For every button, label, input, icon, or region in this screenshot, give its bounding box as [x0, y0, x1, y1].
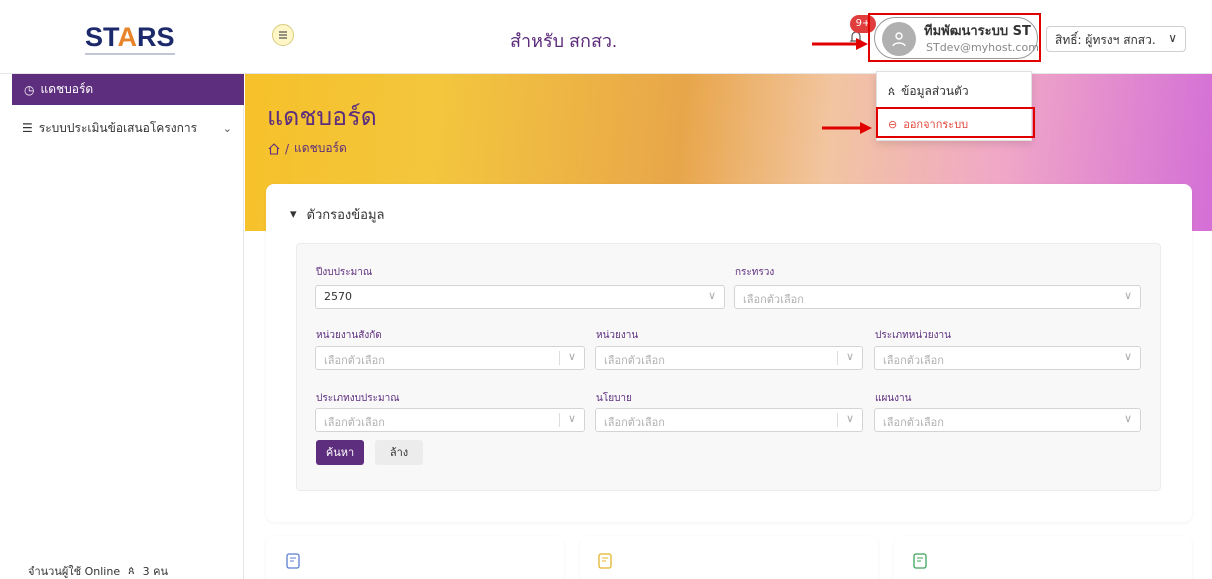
plan-label: แผนงาน	[875, 393, 912, 404]
caret-down-icon: ▾	[290, 207, 297, 222]
home-icon[interactable]	[268, 142, 280, 155]
search-button[interactable]: ค้นหา	[316, 440, 364, 465]
agency-label: หน่วยงาน	[596, 330, 639, 341]
menu-toggle-button[interactable]	[272, 24, 294, 46]
summary-card	[580, 536, 878, 579]
affiliation-label: หน่วยงานสังกัด	[316, 330, 382, 341]
online-users: จำนวนผู้ใช้ Online ጰ 3 คน	[28, 564, 169, 578]
sidebar: ◷ แดชบอร์ด ☰ ระบบประเมินข้อเสนอโครงการ ⌄	[0, 74, 244, 579]
annotation-highlight-box	[868, 13, 1041, 62]
document-icon	[598, 553, 612, 569]
fiscal-year-select[interactable]: 2570 ∨	[315, 285, 725, 309]
budget-type-label: ประเภทงบประมาณ	[316, 393, 400, 404]
agency-select[interactable]: เลือกตัวเลือก ∨	[595, 346, 863, 370]
list-icon	[279, 31, 287, 39]
ministry-select[interactable]: เลือกตัวเลือก ∨	[734, 285, 1141, 309]
logout-icon: ⊖	[888, 117, 898, 131]
users-icon: ጰ	[128, 564, 135, 577]
annotation-arrow-icon	[822, 122, 872, 134]
logout-menu-item[interactable]: ⊖ ออกจากระบบ	[888, 115, 968, 133]
agency-type-select[interactable]: เลือกตัวเลือก ∨	[874, 346, 1141, 370]
chevron-down-icon: ∨	[1168, 31, 1177, 45]
policy-select[interactable]: เลือกตัวเลือก ∨	[595, 408, 863, 432]
budget-type-select[interactable]: เลือกตัวเลือก ∨	[315, 408, 585, 432]
policy-label: นโยบาย	[596, 393, 632, 404]
annotation-arrow-icon	[812, 38, 868, 50]
sidebar-item-dashboard[interactable]: ◷ แดชบอร์ด	[12, 74, 244, 105]
summary-card	[894, 536, 1192, 579]
header-title: สำหรับ สกสว.	[510, 31, 618, 51]
role-select[interactable]: สิทธิ์: ผู้ทรงฯ สกสว. ∨	[1046, 26, 1186, 52]
agency-type-label: ประเภทหน่วยงาน	[875, 330, 951, 341]
document-check-icon	[286, 553, 300, 569]
user-icon: ጰ	[888, 84, 896, 98]
menu-icon: ☰	[22, 121, 33, 135]
sidebar-item-evaluation[interactable]: ☰ ระบบประเมินข้อเสนอโครงการ ⌄	[12, 116, 232, 140]
chevron-down-icon: ⌄	[222, 121, 232, 135]
stars-logo[interactable]: STARS	[85, 22, 175, 62]
ministry-label: กระทรวง	[735, 267, 775, 278]
dashboard-icon: ◷	[24, 82, 35, 97]
fiscal-year-label: ปีงบประมาณ	[316, 267, 373, 278]
filter-toggle[interactable]: ▾ ตัวกรองข้อมูล	[290, 204, 385, 225]
affiliation-select[interactable]: เลือกตัวเลือก ∨	[315, 346, 585, 370]
plan-select[interactable]: เลือกตัวเลือก ∨	[874, 408, 1141, 432]
document-user-icon	[913, 553, 927, 569]
page-title: แดชบอร์ด	[267, 102, 377, 131]
clear-button[interactable]: ล้าง	[375, 440, 423, 465]
breadcrumb: / แดชบอร์ด	[268, 139, 347, 158]
summary-card	[266, 536, 564, 579]
breadcrumb-current: แดชบอร์ด	[294, 141, 347, 155]
profile-menu-item[interactable]: ጰ ข้อมูลส่วนตัว	[888, 82, 969, 101]
